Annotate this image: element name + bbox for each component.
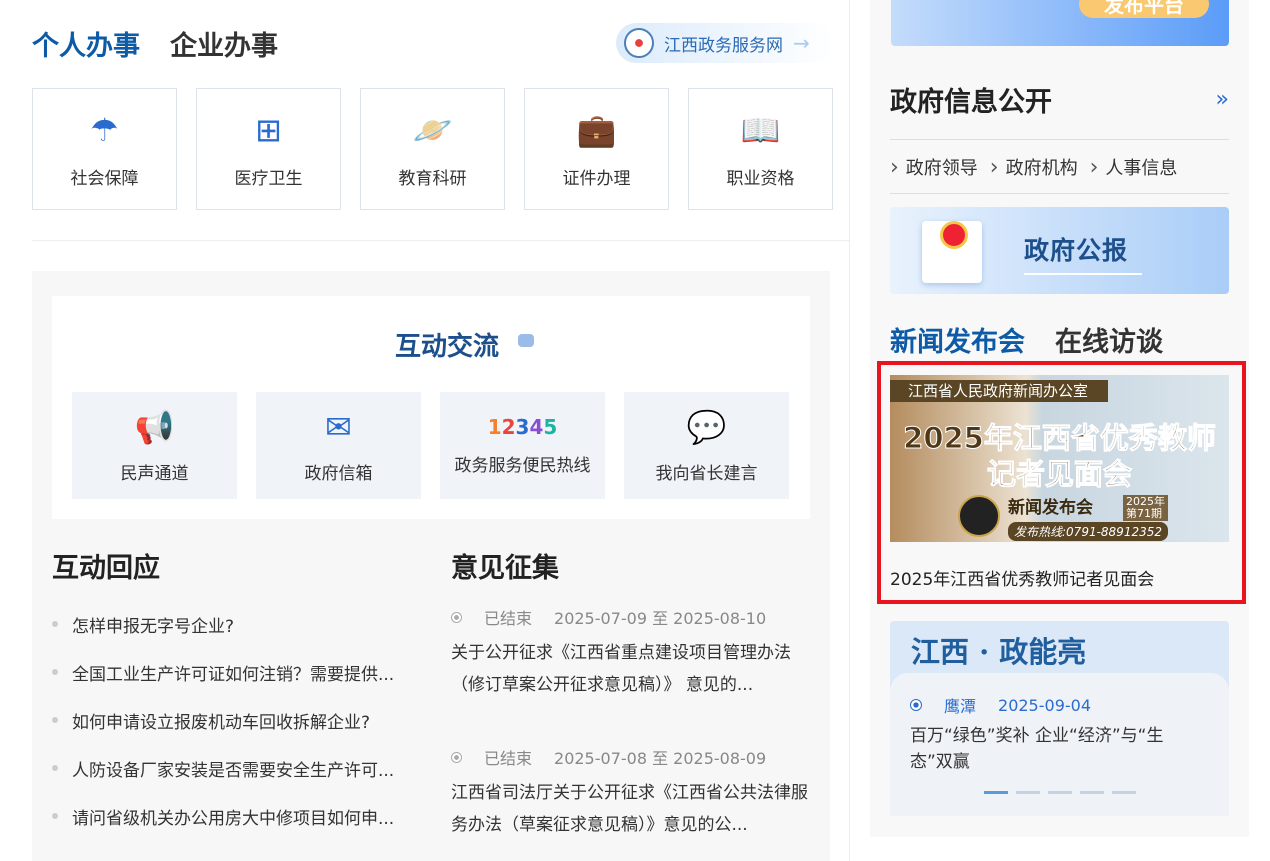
arrow-right-icon: → <box>793 31 810 55</box>
service-education[interactable]: 🪐 教育科研 <box>360 88 505 210</box>
date-range: 2025-07-09 至 2025-08-10 <box>554 609 767 628</box>
location-dot-icon <box>910 699 922 711</box>
banner-label: 发布平台 <box>1079 0 1209 18</box>
news-caption[interactable]: 2025年江西省优秀教师记者见面会 <box>890 565 1154 590</box>
national-emblem-icon <box>940 221 968 249</box>
status-badge: 已结束 <box>484 749 533 768</box>
service-label: 医疗卫生 <box>234 168 303 189</box>
gov-info-section: 政府信息公开 » 政府领导 政府机构 人事信息 <box>890 80 1229 194</box>
image-hotline: 发布热线:0791-88912352 <box>1008 522 1168 541</box>
status-dot-icon <box>451 751 462 763</box>
list-item[interactable]: 如何申请设立报废机动车回收拆解企业? <box>52 696 422 744</box>
opinion-title[interactable]: 关于公开征求《江西省重点建设项目管理办法（修订草案公开征求意见稿）》 意见的..… <box>451 637 816 701</box>
news-tabs: 新闻发布会 在线访谈 <box>890 320 1163 359</box>
service-certificates[interactable]: 💼 证件办理 <box>524 88 669 210</box>
opinion-item[interactable]: 已结束 2025-07-09 至 2025-08-10 关于公开征求《江西省重点建… <box>451 605 816 701</box>
gov-info-title: 政府信息公开 <box>890 87 1052 118</box>
button-label: 我向省长建言 <box>655 464 758 484</box>
decorative-line <box>1024 273 1142 275</box>
tab-enterprise[interactable]: 企业办事 <box>170 24 278 63</box>
zhengnengliang-title: 江西 · 政能亮 <box>911 635 1087 669</box>
gov-gazette-banner[interactable]: 政府公报 <box>890 207 1229 294</box>
carousel-card[interactable]: 鹰潭 2025-09-04 百万“绿色”奖补 企业“经济”与“生态”双赢 <box>890 673 1229 816</box>
planet-icon: 🪐 <box>412 110 453 149</box>
image-brand: 新闻发布会 <box>1008 498 1093 518</box>
carousel-text[interactable]: 百万“绿色”奖补 企业“经济”与“生态”双赢 <box>910 723 1200 775</box>
service-qualification[interactable]: 📖 职业资格 <box>688 88 833 210</box>
book-icon: 📖 <box>740 110 781 149</box>
carousel-dot[interactable] <box>1112 791 1136 794</box>
publish-platform-banner[interactable]: 发布平台 <box>891 0 1229 46</box>
megaphone-icon: 📢 <box>134 408 175 446</box>
carousel-dot[interactable] <box>1048 791 1072 794</box>
opinions-title: 意见征集 <box>451 553 559 584</box>
image-year-issue: 2025年 第71期 <box>1123 495 1168 521</box>
divider <box>32 240 849 241</box>
responses-list: 怎样申报无字号企业? 全国工业生产许可证如何注销？需要提供... 如何申请设立报… <box>52 600 422 840</box>
gazette-title: 政府公报 <box>1024 236 1129 265</box>
service-label: 职业资格 <box>726 168 795 189</box>
date-label: 2025-09-04 <box>998 695 1091 715</box>
umbrella-icon: ☂ <box>90 110 119 149</box>
mail-icon: ✉ <box>325 408 352 446</box>
image-headline-2: 记者见面会 <box>986 457 1132 492</box>
speech-bubble-icon <box>518 334 534 347</box>
more-chevron-icon[interactable]: » <box>1216 87 1229 112</box>
tab-press-conference[interactable]: 新闻发布会 <box>890 320 1025 359</box>
status-badge: 已结束 <box>484 609 533 628</box>
service-label: 证件办理 <box>562 168 631 189</box>
service-grid: ☂ 社会保障 ⊞ 医疗卫生 🪐 教育科研 💼 证件办理 📖 职业资格 <box>32 88 833 210</box>
status-dot-icon <box>451 611 462 623</box>
button-label: 政务服务便民热线 <box>454 456 591 476</box>
tab-online-interview[interactable]: 在线访谈 <box>1055 320 1163 359</box>
microphone-logo-icon <box>958 495 1000 537</box>
medical-kit-icon: ⊞ <box>255 110 282 149</box>
list-item[interactable]: 人防设备厂家安装是否需要安全生产许可... <box>52 744 422 792</box>
button-label: 政府信箱 <box>304 464 373 484</box>
chat-icon: 💬 <box>686 408 727 446</box>
list-item[interactable]: 请问省级机关办公用房大中修项目如何申... <box>52 792 422 840</box>
date-range: 2025-07-08 至 2025-08-09 <box>554 749 767 768</box>
interaction-box: 互动交流 📢 民声通道 ✉ 政府信箱 12345 政务服务便民热线 💬 我向省长建言 <box>52 296 810 519</box>
opinions-list: 已结束 2025-07-09 至 2025-08-10 关于公开征求《江西省重点建… <box>451 605 816 841</box>
portal-link-label: 江西政务服务网 <box>664 35 783 56</box>
responses-title: 互动回应 <box>52 553 160 584</box>
suggest-governor-button[interactable]: 💬 我向省长建言 <box>624 392 789 499</box>
list-item[interactable]: 全国工业生产许可证如何注销？需要提供... <box>52 648 422 696</box>
hotline-button[interactable]: 12345 政务服务便民热线 <box>440 392 605 499</box>
carousel-dot[interactable] <box>1080 791 1104 794</box>
hotline-12345-icon: 12345 <box>487 415 558 439</box>
interaction-title: 互动交流 <box>395 332 500 362</box>
carousel-indicators <box>984 791 1136 794</box>
press-conference-image[interactable]: 江西省人民政府新闻办公室 2025年江西省优秀教师 记者见面会 新闻发布会 20… <box>890 375 1229 542</box>
link-personnel[interactable]: 人事信息 <box>1090 154 1177 180</box>
briefcase-icon: 💼 <box>576 110 617 149</box>
carousel-dot[interactable] <box>984 791 1008 794</box>
carousel-dot[interactable] <box>1016 791 1040 794</box>
image-org-text: 江西省人民政府新闻办公室 <box>890 380 1108 402</box>
service-medical[interactable]: ⊞ 医疗卫生 <box>196 88 341 210</box>
button-label: 民声通道 <box>120 464 189 484</box>
service-social-security[interactable]: ☂ 社会保障 <box>32 88 177 210</box>
city-label: 鹰潭 <box>944 697 977 716</box>
service-label: 教育科研 <box>398 168 467 189</box>
voice-channel-button[interactable]: 📢 民声通道 <box>72 392 237 499</box>
link-gov-agencies[interactable]: 政府机构 <box>990 154 1078 180</box>
link-gov-leaders[interactable]: 政府领导 <box>890 154 978 180</box>
zhengnengliang-section: 江西 · 政能亮 鹰潭 2025-09-04 百万“绿色”奖补 企业“经济”与“生… <box>890 621 1229 816</box>
opinion-title[interactable]: 江西省司法厅关于公开征求《江西省公共法律服务办法（草案征求意见稿）》意见的公..… <box>451 777 816 841</box>
list-item[interactable]: 怎样申报无字号企业? <box>52 600 422 648</box>
service-label: 社会保障 <box>70 168 139 189</box>
portal-link[interactable]: 江西政务服务网 → <box>616 23 834 63</box>
jiangxi-seal-icon <box>624 28 654 58</box>
tab-personal[interactable]: 个人办事 <box>32 24 140 63</box>
service-tabs: 个人办事 企业办事 <box>32 24 278 63</box>
gov-mailbox-button[interactable]: ✉ 政府信箱 <box>256 392 421 499</box>
opinion-item[interactable]: 已结束 2025-07-08 至 2025-08-09 江西省司法厅关于公开征求《… <box>451 745 816 841</box>
column-divider <box>849 0 850 861</box>
